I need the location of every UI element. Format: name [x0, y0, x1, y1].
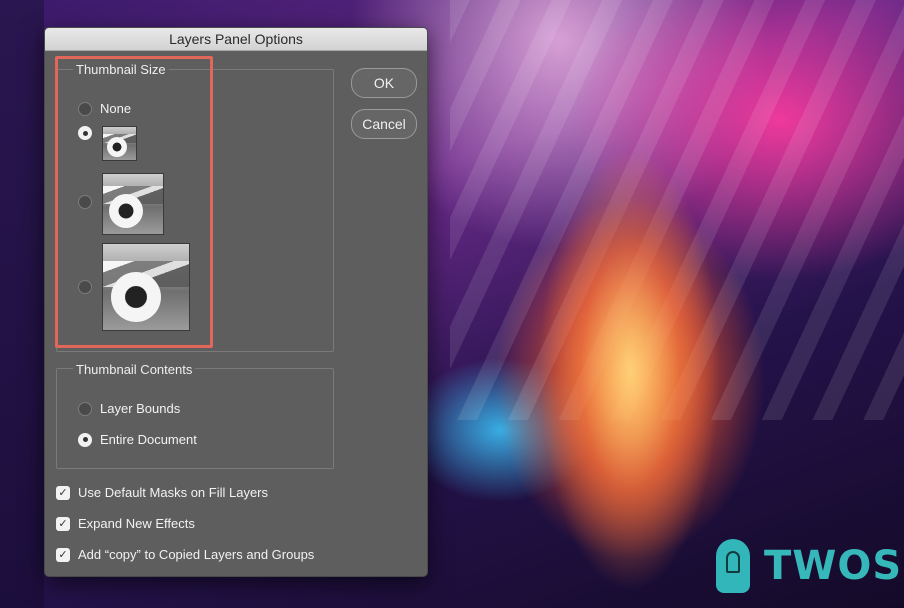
watermark-text: TWOS: [764, 543, 903, 589]
twos-watermark: TWOS: [716, 534, 902, 598]
thumbnail-contents-group: [56, 368, 334, 469]
thumbnail-contents-title: Thumbnail Contents: [73, 362, 196, 377]
checkmark-icon[interactable]: ✓: [56, 485, 70, 500]
expand-new-effects-checkbox[interactable]: ✓ Expand New Effects: [56, 516, 195, 531]
use-default-masks-checkbox[interactable]: ✓ Use Default Masks on Fill Layers: [56, 485, 268, 500]
lightbulb-icon: [716, 539, 750, 593]
radio-entire-document[interactable]: [78, 432, 92, 447]
canvas-left-edge: [0, 0, 44, 608]
checkbox-label: Add “copy” to Copied Layers and Groups: [78, 547, 315, 562]
ok-button[interactable]: OK: [351, 68, 417, 98]
dialog-title: Layers Panel Options: [45, 28, 427, 51]
option-label: Layer Bounds: [100, 401, 181, 416]
add-copy-checkbox[interactable]: ✓ Add “copy” to Copied Layers and Groups: [56, 547, 314, 562]
checkmark-icon[interactable]: ✓: [56, 547, 70, 562]
contents-entire-document-option[interactable]: Entire Document: [78, 432, 197, 447]
radio-layer-bounds[interactable]: [78, 401, 92, 416]
thumbnail-size-highlight-box: [55, 56, 213, 348]
checkbox-label: Use Default Masks on Fill Layers: [78, 485, 269, 500]
contents-layer-bounds-option[interactable]: Layer Bounds: [78, 401, 180, 416]
option-label: Entire Document: [100, 432, 197, 447]
checkbox-label: Expand New Effects: [78, 516, 195, 531]
cancel-button[interactable]: Cancel: [351, 109, 417, 139]
checkmark-icon[interactable]: ✓: [56, 516, 70, 531]
